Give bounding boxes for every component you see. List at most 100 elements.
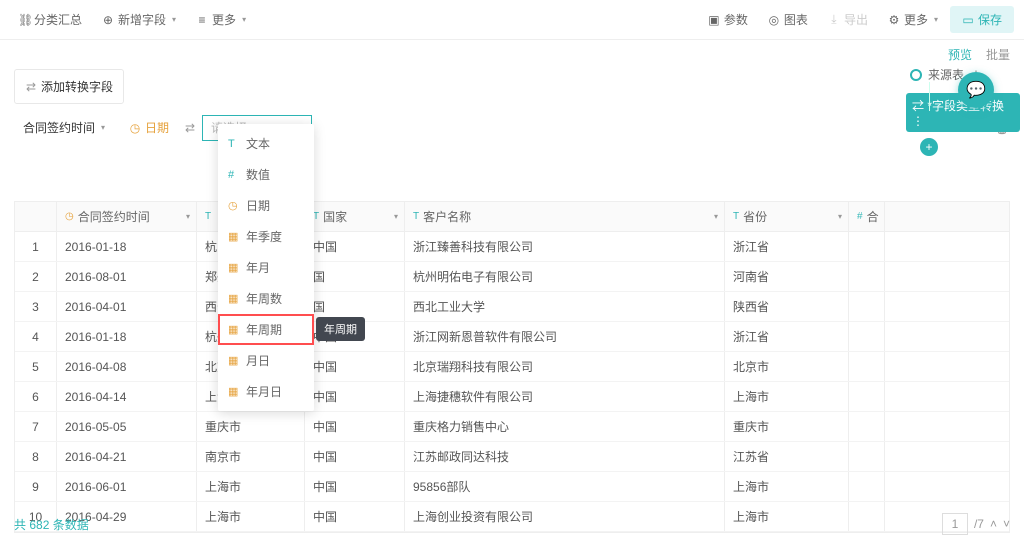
- top-add-field[interactable]: ⊕新增字段▾: [94, 7, 184, 32]
- cell-index: 9: [15, 472, 57, 501]
- table-row[interactable]: 22016-08-01郑州国杭州明佑电子有限公司河南省: [15, 262, 1009, 292]
- save-button[interactable]: ▭保存: [950, 6, 1014, 33]
- cell-other: [849, 262, 885, 291]
- chat-icon: 💬: [966, 80, 986, 100]
- caret-down-icon: ▾: [172, 15, 176, 24]
- data-table: ◷合同签约时间▾ T▾ T国家▾ T客户名称▾ T省份▾ #合 12016-01…: [14, 201, 1010, 533]
- number-type-icon: #: [857, 211, 863, 222]
- cell-other: [849, 232, 885, 261]
- dd-md[interactable]: ▦月日: [218, 345, 314, 376]
- cell-province: 浙江省: [725, 232, 849, 261]
- dd-yq[interactable]: ▦年季度: [218, 221, 314, 252]
- cell-customer: 北京瑞翔科技有限公司: [405, 352, 725, 381]
- cell-index: 2: [15, 262, 57, 291]
- th-country[interactable]: T国家▾: [305, 202, 405, 231]
- table-row[interactable]: 62016-04-14上海市中国上海捷穗软件有限公司上海市: [15, 382, 1009, 412]
- text-type-icon: T: [413, 211, 419, 222]
- cell-date: 2016-04-14: [57, 382, 197, 411]
- pager: 1 /7 ˄ ˅: [942, 513, 1010, 535]
- cell-province: 重庆市: [725, 412, 849, 441]
- cell-country: 中国: [305, 412, 405, 441]
- cell-customer: 上海捷穗软件有限公司: [405, 382, 725, 411]
- cell-country: 中国: [305, 352, 405, 381]
- calendar-icon: ▦: [228, 261, 240, 274]
- add-field-icon: ⊕: [102, 13, 114, 27]
- clock-icon: ◷: [228, 199, 240, 212]
- caret-down-icon: ▾: [242, 15, 246, 24]
- cell-city: 重庆市: [197, 412, 305, 441]
- cell-country: 中国: [305, 232, 405, 261]
- cell-customer: 江苏邮政同达科技: [405, 442, 725, 471]
- cell-index: 8: [15, 442, 57, 471]
- cell-city: 上海市: [197, 472, 305, 501]
- cell-country: 中国: [305, 472, 405, 501]
- caret-down-icon: ▾: [394, 212, 398, 221]
- th-province[interactable]: T省份▾: [725, 202, 849, 231]
- chart-icon: ◎: [768, 13, 780, 27]
- table-row[interactable]: 92016-06-01上海市中国95856部队上海市: [15, 472, 1009, 502]
- cell-other: [849, 322, 885, 351]
- cell-date: 2016-04-08: [57, 352, 197, 381]
- cell-date: 2016-01-18: [57, 322, 197, 351]
- cell-customer: 杭州明佑电子有限公司: [405, 262, 725, 291]
- cell-date: 2016-04-21: [57, 442, 197, 471]
- add-convert-panel[interactable]: ⇄ 添加转换字段: [14, 69, 124, 104]
- top-more2[interactable]: ⚙更多▾: [880, 7, 946, 32]
- more-icon[interactable]: ⋮: [912, 114, 924, 128]
- text-type-icon: T: [733, 211, 739, 222]
- dd-ymd[interactable]: ▦年月日: [218, 376, 314, 407]
- source-dot-icon: [910, 69, 922, 81]
- cell-other: [849, 442, 885, 471]
- export-icon: ⤓: [828, 12, 840, 27]
- add-step-button[interactable]: +: [920, 138, 938, 156]
- dd-text[interactable]: T文本: [218, 128, 314, 159]
- shuffle-icon: ⇄: [184, 121, 196, 135]
- cell-country: 中国: [305, 382, 405, 411]
- table-row[interactable]: 12016-01-18杭…中国浙江臻善科技有限公司浙江省: [15, 232, 1009, 262]
- cell-country: 中国: [305, 442, 405, 471]
- th-customer[interactable]: T客户名称▾: [405, 202, 725, 231]
- dd-ym[interactable]: ▦年月: [218, 252, 314, 283]
- cell-index: 7: [15, 412, 57, 441]
- dd-yweekp[interactable]: ▦年周期: [218, 314, 314, 345]
- table-row[interactable]: 82016-04-21南京市中国江苏邮政同达科技江苏省: [15, 442, 1009, 472]
- topbar: ⛓分类汇总 ⊕新增字段▾ ≡更多▾ ▣参数 ◎图表 ⤓导出 ⚙更多▾ ▭保存: [0, 0, 1024, 40]
- table-row[interactable]: 72016-05-05重庆市中国重庆格力销售中心重庆市: [15, 412, 1009, 442]
- top-summary[interactable]: ⛓分类汇总: [10, 7, 90, 32]
- dd-date[interactable]: ◷日期: [218, 190, 314, 221]
- cell-index: 4: [15, 322, 57, 351]
- field-chip[interactable]: 合同签约时间▾: [14, 114, 114, 141]
- page-next[interactable]: ˅: [1003, 517, 1010, 531]
- calendar-icon: ▦: [228, 323, 240, 336]
- table-row[interactable]: 52016-04-08北京中国北京瑞翔科技有限公司北京市: [15, 352, 1009, 382]
- cell-date: 2016-06-01: [57, 472, 197, 501]
- dd-yweekn[interactable]: ▦年周数: [218, 283, 314, 314]
- top-chart[interactable]: ◎图表: [760, 7, 816, 32]
- th-date[interactable]: ◷合同签约时间▾: [57, 202, 197, 231]
- th-other[interactable]: #合: [849, 202, 885, 231]
- calendar-icon: ▦: [228, 292, 240, 305]
- cell-province: 上海市: [725, 472, 849, 501]
- table-row[interactable]: 32016-04-01西安国西北工业大学陕西省: [15, 292, 1009, 322]
- caret-down-icon: ▾: [101, 123, 105, 132]
- table-row[interactable]: 42016-01-18杭州中国浙江网新恩普软件有限公司浙江省: [15, 322, 1009, 352]
- tab-batch[interactable]: 批量: [986, 46, 1010, 63]
- cell-date: 2016-08-01: [57, 262, 197, 291]
- cell-other: [849, 412, 885, 441]
- cell-province: 北京市: [725, 352, 849, 381]
- caret-down-icon: ▾: [186, 212, 190, 221]
- dd-number[interactable]: #数值: [218, 159, 314, 190]
- tab-preview[interactable]: 预览: [948, 46, 972, 63]
- number-type-icon: #: [228, 169, 240, 181]
- caret-down-icon: ▾: [838, 212, 842, 221]
- cell-country: 国: [305, 262, 405, 291]
- page-prev[interactable]: ˄: [990, 517, 997, 531]
- clock-icon: ◷: [129, 121, 141, 135]
- top-params[interactable]: ▣参数: [700, 7, 756, 32]
- cell-city: 南京市: [197, 442, 305, 471]
- page-input[interactable]: 1: [942, 513, 968, 535]
- cell-customer: 95856部队: [405, 472, 725, 501]
- top-more[interactable]: ≡更多▾: [188, 7, 254, 32]
- type-chip-date[interactable]: ◷日期: [120, 114, 178, 141]
- help-fab[interactable]: 💬: [958, 72, 994, 108]
